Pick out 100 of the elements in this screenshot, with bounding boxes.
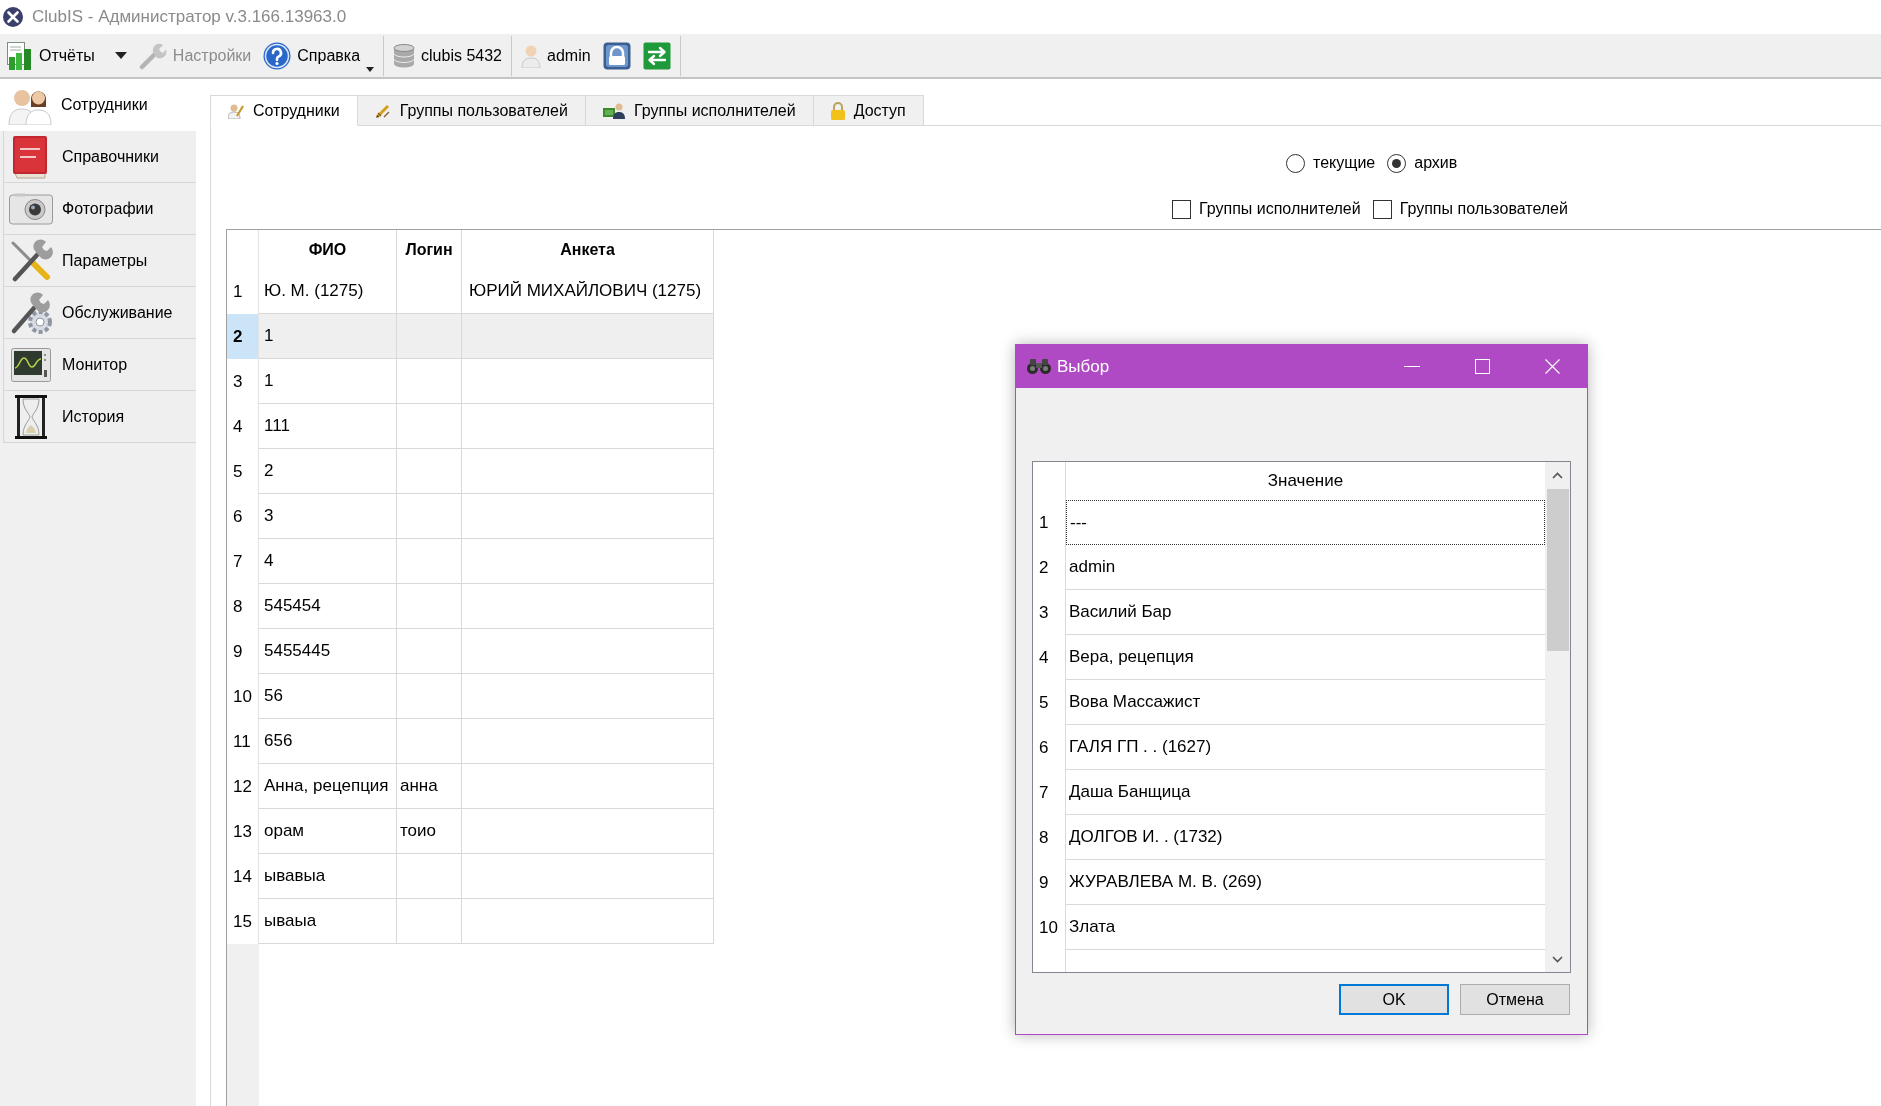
list-cell[interactable]: admin — [1066, 545, 1545, 590]
list-cell[interactable]: Вера, рецепция — [1066, 635, 1545, 680]
table-cell — [397, 404, 462, 449]
dialog-button[interactable]: OK — [1339, 984, 1449, 1015]
table-cell: 1 — [259, 314, 397, 359]
monitor-icon — [11, 347, 51, 382]
table-cell — [397, 854, 462, 899]
table-cell: 111 — [259, 404, 397, 449]
row-number: 2 — [227, 314, 259, 359]
table-cell: орам — [259, 809, 397, 854]
database-icon — [393, 43, 416, 68]
tab[interactable]: Группы исполнителей — [585, 95, 814, 126]
list-cell[interactable]: ДОЛГОВ И. . (1732) — [1066, 815, 1545, 860]
radio-label[interactable]: текущие — [1313, 151, 1376, 175]
app-logo-icon — [3, 7, 23, 27]
scrollbar-thumb[interactable] — [1546, 489, 1569, 651]
table-cell: 545454 — [259, 584, 397, 629]
table-cell: 3 — [259, 494, 397, 539]
sidebar-item[interactable]: Фотографии — [3, 183, 196, 235]
table-cell — [397, 584, 462, 629]
table-cell: Анна, рецепция — [259, 764, 397, 809]
table-cell — [397, 629, 462, 674]
sidebar-item[interactable]: История — [3, 391, 196, 443]
reports-menu-button[interactable]: Отчёты — [4, 37, 130, 74]
list-cell[interactable]: Злата — [1066, 905, 1545, 950]
binoculars-icon — [1027, 359, 1051, 374]
table-cell — [397, 494, 462, 539]
sidebar-item[interactable]: Монитор — [3, 339, 196, 391]
help-menu-button[interactable]: Справка — [260, 37, 378, 74]
row-number: 8 — [1033, 815, 1066, 860]
maximize-icon — [1474, 359, 1490, 374]
list-cell[interactable]: ГАЛЯ ГП . . (1627) — [1066, 725, 1545, 770]
row-number: 1 — [1033, 500, 1066, 545]
table-cell — [397, 359, 462, 404]
tab[interactable]: Сотрудники — [210, 95, 358, 126]
table-cell: 56 — [259, 674, 397, 719]
table-cell — [397, 314, 462, 359]
list-cell[interactable]: --- — [1066, 500, 1545, 545]
window-title: ClubIS - Администратор v.3.166.13963.0 — [32, 6, 347, 29]
table-cell: ываыа — [259, 899, 397, 944]
list-cell[interactable]: ЖУРАВЛЕВА М. В. (269) — [1066, 860, 1545, 905]
close-icon — [1544, 359, 1560, 374]
wrench-gear-icon — [9, 290, 53, 335]
table-cell — [397, 449, 462, 494]
tab[interactable]: Группы пользователей — [357, 95, 586, 126]
table-cell: Ю. М. (1275) — [259, 269, 397, 314]
table-cell: 656 — [259, 719, 397, 764]
checkbox-label[interactable]: Группы исполнителей — [1199, 197, 1361, 221]
sidebar-item[interactable]: Параметры — [3, 235, 196, 287]
person-cash-icon — [602, 102, 625, 119]
camera-icon — [9, 192, 53, 225]
sidebar-item[interactable]: Обслуживание — [3, 287, 196, 339]
wrench-icon — [138, 41, 167, 70]
table-cell — [397, 719, 462, 764]
sidebar-item[interactable]: Справочники — [3, 131, 196, 183]
tab[interactable]: Доступ — [813, 95, 924, 126]
table-cell: 4 — [259, 539, 397, 584]
swap-arrows-icon — [642, 41, 671, 70]
radio-label[interactable]: архив — [1414, 151, 1458, 175]
user-pencil-icon — [228, 102, 244, 119]
table-cell: 5455445 — [259, 629, 397, 674]
row-number: 7 — [1033, 770, 1066, 815]
caret-icon — [114, 52, 127, 59]
chevron-down-icon — [1552, 956, 1563, 963]
column-header[interactable]: Значение — [1066, 462, 1545, 500]
list-cell[interactable]: Даша Банщица — [1066, 770, 1545, 815]
table-cell: анна — [397, 764, 462, 809]
radio-button[interactable] — [1286, 153, 1305, 173]
checkbox-label[interactable]: Группы пользователей — [1399, 197, 1568, 221]
table-cell: ывавыа — [259, 854, 397, 899]
row-number: 6 — [1033, 725, 1066, 770]
table-cell — [397, 539, 462, 584]
chevron-up-icon — [1552, 472, 1563, 479]
dialog-title: Выбор — [1057, 355, 1110, 378]
dialog-button[interactable]: Отмена — [1460, 984, 1570, 1015]
checkbox[interactable] — [1372, 199, 1392, 219]
padlock-icon — [602, 41, 631, 70]
table-cell: 1 — [259, 359, 397, 404]
bar-chart-icon — [7, 41, 33, 70]
table-cell — [397, 899, 462, 944]
row-number: 2 — [1033, 545, 1066, 590]
row-number: 9 — [1033, 860, 1066, 905]
list-cell[interactable]: Вова Массажист — [1066, 680, 1545, 725]
scrollbar[interactable] — [1545, 462, 1570, 972]
row-number: 5 — [1033, 680, 1066, 725]
tools-icon — [9, 238, 53, 283]
list-cell[interactable]: Василий Бар — [1066, 590, 1545, 635]
database-button[interactable]: clubis 5432 — [390, 37, 505, 74]
radio-button[interactable] — [1387, 153, 1407, 173]
row-number: 10 — [1033, 905, 1066, 950]
sidebar-item[interactable]: Сотрудники — [0, 79, 196, 131]
pencil-icon — [374, 102, 391, 119]
user-button[interactable]: admin — [518, 37, 594, 74]
minimize-icon — [1404, 366, 1420, 367]
table-cell: тоио — [397, 809, 462, 854]
table-cell — [397, 269, 462, 314]
user-icon — [521, 43, 541, 68]
checkbox[interactable] — [1172, 199, 1191, 219]
table-cell: ЮРИЙ МИХАЙЛОВИЧ (1275) — [462, 269, 714, 314]
row-number: 3 — [1033, 590, 1066, 635]
